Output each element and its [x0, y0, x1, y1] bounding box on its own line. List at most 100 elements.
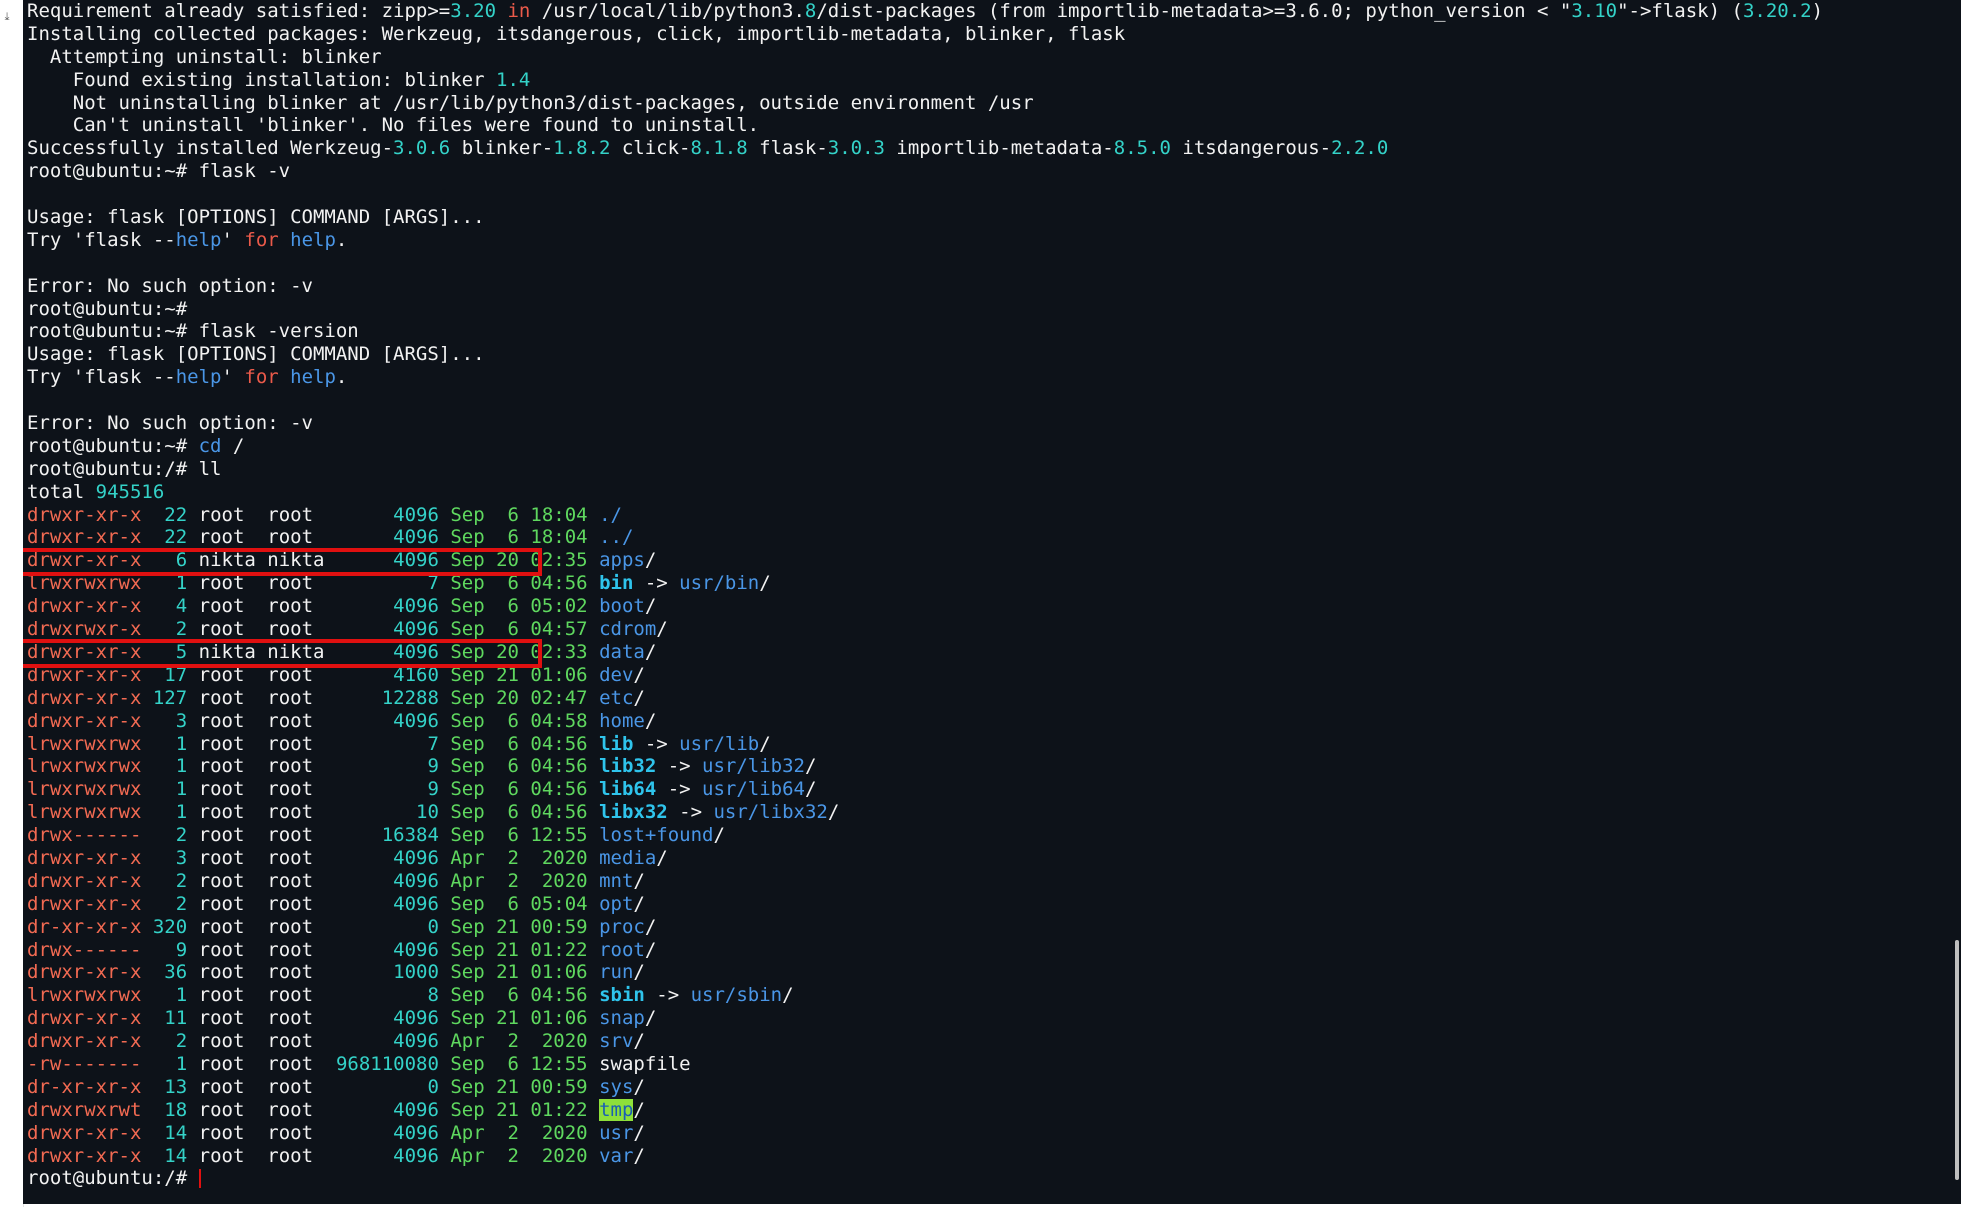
link-count: 18 — [152, 1098, 188, 1121]
owner: root — [198, 595, 256, 618]
output-text: 8.5.0 — [1113, 137, 1171, 160]
output-text: itsdangerous- — [1170, 137, 1332, 160]
file-name: usr/lib64 — [702, 778, 805, 801]
terminal-output: Requirement already satisfied: zipp>=3.2… — [27, 0, 1823, 1190]
modified-date: Sep 21 00:59 — [450, 915, 588, 938]
permissions: drwxr-xr-x — [27, 846, 142, 869]
owner: root — [198, 984, 256, 1007]
output-text: Found existing installation: blinker — [27, 68, 496, 91]
permissions: drwxr-xr-x — [27, 892, 142, 915]
owner: root — [198, 824, 256, 847]
file-name: lost+found — [599, 824, 714, 847]
listing-row: dr-xr-xr-x 320 root root 0 Sep 21 00:59 … — [27, 916, 1823, 939]
output-text: ' — [221, 366, 245, 389]
file-size: 968110080 — [335, 1052, 439, 1075]
file-name: / — [633, 1030, 645, 1053]
output-text: Can't uninstall 'blinker'. No files were… — [27, 114, 760, 137]
output-text: Successfully installed Werkzeug- — [27, 137, 394, 160]
output-line: Found existing installation: blinker 1.4 — [27, 69, 1823, 92]
file-name: / — [633, 961, 645, 984]
listing-row: drwxrwxrwt 18 root root 4096 Sep 21 01:2… — [27, 1098, 1823, 1122]
file-name: lib64 — [599, 778, 657, 801]
link-count: 9 — [152, 938, 188, 961]
file-name: home — [599, 709, 645, 732]
file-size: 4096 — [335, 618, 439, 641]
listing-row: lrwxrwxrwx 1 root root 8 Sep 6 04:56 sbi… — [27, 984, 1823, 1007]
owner: root — [198, 709, 256, 732]
permissions: drwxr-xr-x — [27, 1121, 142, 1144]
output-text: Error: No such option: -v — [27, 274, 313, 297]
link-count: 14 — [152, 1144, 188, 1167]
prompt-line[interactable]: root@ubuntu:/# — [27, 1167, 1823, 1190]
owner: root — [198, 846, 256, 869]
group: root — [267, 938, 325, 961]
terminal-scrollbar[interactable] — [1955, 940, 1959, 1180]
file-name: / — [713, 824, 725, 847]
file-name: root — [599, 938, 645, 961]
modified-date: Sep 6 04:56 — [450, 801, 588, 824]
listing-row: drwx------ 2 root root 16384 Sep 6 12:55… — [27, 824, 1823, 847]
output-line: Error: No such option: -v — [27, 275, 1823, 298]
file-name: cdrom — [599, 618, 657, 641]
file-name: / — [644, 640, 657, 663]
permissions: drwxrwxrwt — [27, 1098, 142, 1121]
file-size: 7 — [335, 732, 439, 755]
output-text: 945516 — [95, 480, 165, 503]
link-count: 3 — [152, 846, 188, 869]
file-size: 1000 — [335, 961, 439, 984]
link-count: 13 — [152, 1075, 188, 1098]
owner: root — [198, 572, 256, 595]
terminal-window[interactable]: Requirement already satisfied: zipp>=3.2… — [23, 0, 1961, 1204]
modified-date: Apr 2 2020 — [450, 1144, 588, 1167]
group: root — [267, 709, 325, 732]
file-size: 9 — [335, 778, 439, 801]
file-name: var — [599, 1144, 634, 1167]
listing-row: drwxr-xr-x 11 root root 4096 Sep 21 01:0… — [27, 1007, 1823, 1030]
owner: nikta — [198, 640, 256, 663]
permissions: drwx------ — [27, 824, 142, 847]
owner: root — [198, 526, 256, 549]
group: root — [267, 846, 325, 869]
file-name: -> — [667, 801, 714, 824]
owner: nikta — [198, 549, 256, 572]
listing-row: drwxr-xr-x 2 root root 4096 Apr 2 2020 s… — [27, 1030, 1823, 1053]
modified-date: Sep 6 04:58 — [450, 709, 588, 732]
output-line: Error: No such option: -v — [27, 412, 1823, 435]
owner: root — [198, 1144, 256, 1167]
permissions: drwxr-xr-x — [27, 1144, 142, 1167]
file-size: 4096 — [335, 1121, 439, 1144]
output-text: help — [290, 366, 336, 389]
permissions: drwxr-xr-x — [27, 640, 142, 663]
modified-date: Sep 6 04:56 — [450, 755, 588, 778]
file-name: usr/lib — [679, 732, 760, 755]
file-name: snap — [599, 1007, 645, 1030]
permissions: lrwxrwxrwx — [27, 732, 142, 755]
output-text: . — [335, 366, 348, 389]
owner: root — [198, 938, 256, 961]
output-line: root@ubuntu:~# cd / — [27, 435, 1823, 458]
output-text: importlib-metadata- — [884, 137, 1114, 160]
link-count: 14 — [152, 1121, 188, 1144]
output-text: help — [175, 366, 222, 389]
output-text: . — [335, 228, 348, 251]
modified-date: Sep 21 01:06 — [450, 961, 588, 984]
permissions: -rw------- — [27, 1052, 142, 1075]
owner: root — [198, 1075, 256, 1098]
output-text: 8.1.8 — [690, 137, 748, 160]
file-name: / — [656, 846, 668, 869]
file-size: 10 — [335, 801, 439, 824]
owner: root — [198, 961, 256, 984]
file-name: dev — [599, 663, 634, 686]
file-name: / — [633, 1075, 645, 1098]
output-line: Can't uninstall 'blinker'. No files were… — [27, 114, 1823, 137]
file-name: / — [633, 1098, 645, 1121]
permissions: lrwxrwxrwx — [27, 984, 142, 1007]
file-name: usr/libx32 — [713, 801, 828, 824]
group: root — [267, 869, 325, 892]
group: root — [267, 755, 325, 778]
group: root — [267, 595, 325, 618]
permissions: drwxr-xr-x — [27, 1007, 142, 1030]
owner: root — [198, 663, 256, 686]
output-line: root@ubuntu:~# — [27, 298, 1823, 321]
